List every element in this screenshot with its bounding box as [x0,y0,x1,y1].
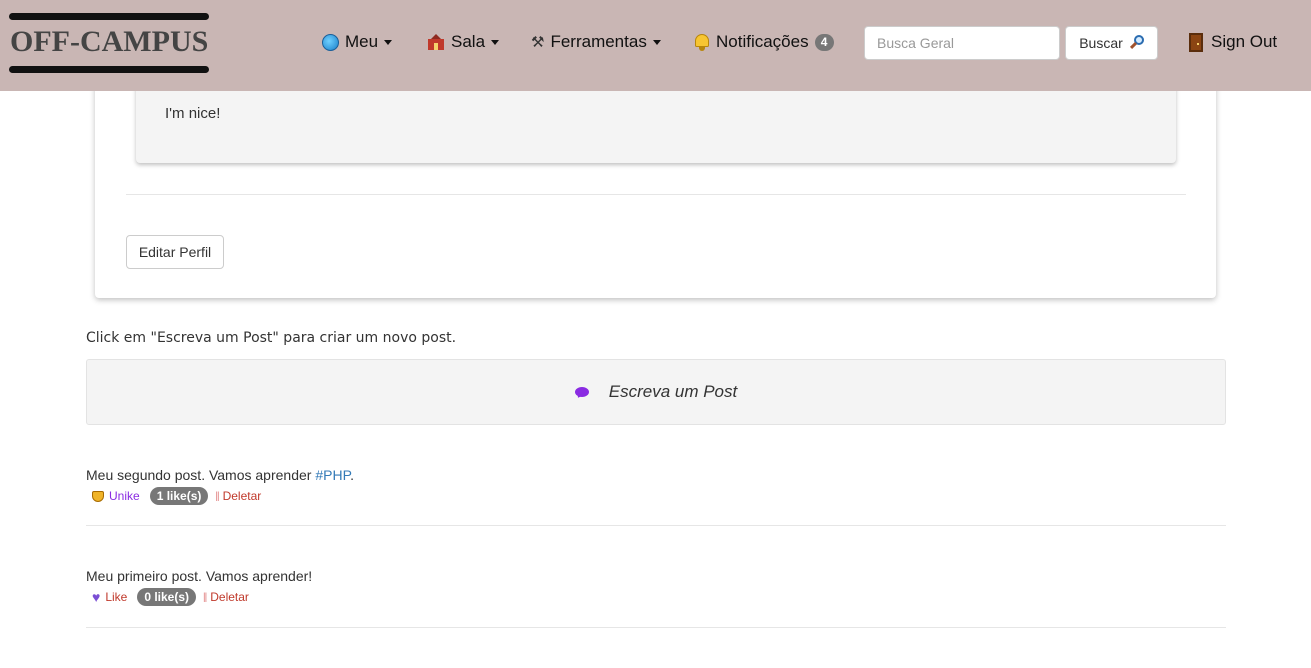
delete-icon: || [203,591,207,603]
menu-meu-label: Meu [345,32,379,51]
post-text-trailing: . [350,467,354,483]
logo-bottom-bar [9,66,209,73]
heart-icon: ♥ [92,589,101,605]
hashtag-link[interactable]: #PHP [315,467,350,483]
chevron-down-icon [652,39,661,45]
site-logo[interactable]: OFF-CAMPUS [9,13,209,73]
door-icon [1189,32,1203,52]
search-button-label: Buscar [1079,35,1123,51]
menu-sala[interactable]: Sala [427,30,500,54]
notifications-count-badge: 4 [814,33,834,51]
delete-button[interactable]: || Deletar [203,590,249,604]
signout-label: Sign Out [1211,32,1278,51]
navbar: OFF-CAMPUS Meu Sala ⚒ Ferramentas Notifi… [0,0,1311,91]
post-text: Meu segundo post. Vamos aprender #PHP. [86,467,354,483]
menu-sala-label: Sala [451,32,486,51]
write-post-button[interactable]: Escreva um Post [86,359,1226,425]
logo-text: OFF-CAMPUS [10,25,209,58]
post-text-body: Meu segundo post. Vamos aprender [86,467,316,483]
chevron-down-icon [384,39,393,45]
post-actions: ♥ Like 0 like(s) || Deletar [92,587,249,607]
delete-label: Deletar [222,489,262,503]
logo-top-bar [9,13,209,20]
post-divider [86,525,1226,526]
menu-notificacoes[interactable]: Notificações 4 [694,30,834,54]
unlike-label: Unike [109,489,140,503]
globe-icon [322,33,339,51]
search-input[interactable] [864,26,1060,60]
menu-meu[interactable]: Meu [322,30,393,54]
delete-icon: || [215,490,219,502]
search-button[interactable]: Buscar [1065,26,1158,60]
unlike-button[interactable]: Unike [92,489,140,503]
speech-bubble-icon [574,387,589,397]
likes-count-badge: 0 like(s) [137,588,197,606]
magnifier-icon [1128,35,1144,51]
post-divider [86,627,1226,628]
chevron-down-icon [491,39,500,45]
signout-link[interactable]: Sign Out [1189,30,1277,54]
menu-ferramentas[interactable]: ⚒ Ferramentas [531,30,661,54]
delete-label: Deletar [210,590,249,604]
menu-ferramentas-label: Ferramentas [550,32,647,51]
write-post-hint: Click em "Escreva um Post" para criar um… [86,330,457,346]
edit-profile-button[interactable]: Editar Perfil [126,235,224,269]
post-text: Meu primeiro post. Vamos aprender! [86,568,313,584]
delete-button[interactable]: || Deletar [215,489,261,503]
post-actions: Unike 1 like(s) || Deletar [92,486,261,506]
thumbs-down-icon [92,490,104,502]
notifications-label: Notificações [716,32,809,51]
bell-icon [694,33,710,51]
write-post-inner: Escreva um Post [87,360,1225,424]
like-label: Like [105,590,128,604]
tools-icon: ⚒ [531,34,545,51]
write-post-label: Escreva um Post [608,382,738,401]
school-icon [427,34,445,50]
profile-divider [126,194,1186,195]
likes-count-badge: 1 like(s) [149,487,209,505]
like-button[interactable]: ♥ Like [92,590,127,604]
about-text: I'm nice! [165,105,221,122]
